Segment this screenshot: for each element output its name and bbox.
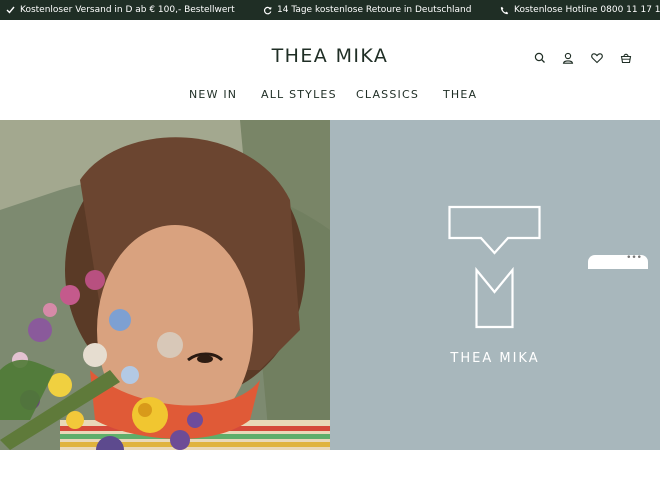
account-icon[interactable] <box>561 50 575 64</box>
brand-monogram-logo <box>448 205 541 329</box>
nav-item-classics[interactable]: CLASSICS <box>356 88 419 101</box>
main-navigation: NEW IN ALL STYLES CLASSICS THEA <box>0 88 660 104</box>
woman-with-flowers-image <box>0 120 330 450</box>
returns-text: 14 Tage kostenlose Retoure in Deutschlan… <box>277 5 472 15</box>
refresh-icon <box>263 6 272 15</box>
nav-item-thea[interactable]: THEA <box>443 88 477 101</box>
wishlist-icon[interactable] <box>590 50 604 64</box>
brand-panel: THEA MIKA <box>330 120 660 450</box>
phone-icon <box>500 6 509 15</box>
chat-widget[interactable]: ••• <box>588 253 648 269</box>
shipping-text: Kostenloser Versand in D ab € 100,- Best… <box>20 5 235 15</box>
nav-item-new-in[interactable]: NEW IN <box>189 88 237 101</box>
brand-wordmark: THEA MIKA <box>450 351 540 366</box>
hotline-text: Kostenlose Hotline 0800 11 17 117 <box>514 5 660 15</box>
hero-banner[interactable]: THEA MIKA <box>0 120 660 450</box>
nav-item-all-styles[interactable]: ALL STYLES <box>261 88 337 101</box>
cart-icon[interactable] <box>619 50 633 64</box>
hero-photo <box>0 120 330 450</box>
search-icon[interactable] <box>533 50 547 64</box>
more-dots-icon: ••• <box>626 253 642 263</box>
check-icon <box>6 6 15 14</box>
announcement-bar: Kostenloser Versand in D ab € 100,- Best… <box>0 0 660 20</box>
